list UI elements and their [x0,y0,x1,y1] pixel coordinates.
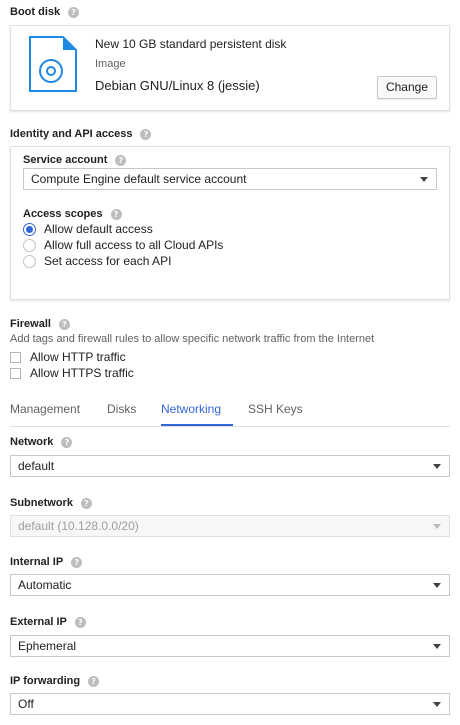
access-scopes-label: Access scopes ? [23,208,122,220]
network-label: Network ? [10,436,73,448]
image-value: Debian GNU/Linux 8 (jessie) [95,78,260,93]
scope-default-radio[interactable]: Allow default access [23,222,153,236]
network-select[interactable]: default [10,455,450,477]
scope-full-radio[interactable]: Allow full access to all Cloud APIs [23,238,223,252]
allow-https-checkbox[interactable]: Allow HTTPS traffic [10,366,134,380]
tab-disks[interactable]: Disks [107,402,136,416]
dropdown-caret-icon [433,464,441,469]
help-icon[interactable]: ? [115,154,127,166]
disk-icon [29,36,77,92]
boot-disk-card: New 10 GB standard persistent disk Image… [10,25,450,111]
firewall-title: Firewall ? [10,318,70,330]
help-icon[interactable]: ? [80,497,92,509]
scope-label: Set access for each API [44,254,172,268]
tab-networking[interactable]: Networking [161,402,221,416]
ip-forwarding-value: Off [18,697,34,711]
dropdown-caret-icon [420,177,428,182]
network-value: default [18,459,55,473]
checkbox-icon[interactable] [10,367,21,379]
change-button[interactable]: Change [376,76,437,99]
help-icon[interactable]: ? [68,6,80,18]
internal-ip-value: Automatic [18,578,72,592]
ip-forwarding-label-text: IP forwarding [10,675,81,687]
dropdown-caret-icon [433,583,441,588]
radio-unchecked-icon[interactable] [23,254,36,268]
radio-checked-icon[interactable] [23,222,36,236]
allow-http-label: Allow HTTP traffic [30,350,126,364]
ip-forwarding-select[interactable]: Off [10,693,450,715]
dropdown-caret-icon [433,524,441,529]
subnetwork-select: default (10.128.0.0/20) [10,515,450,537]
help-icon[interactable]: ? [74,616,86,628]
tab-ssh-keys[interactable]: SSH Keys [248,402,303,416]
subnetwork-label: Subnetwork ? [10,497,92,509]
identity-card: Service account ? Compute Engine default… [10,146,450,300]
help-icon[interactable]: ? [71,556,83,568]
firewall-description: Add tags and firewall rules to allow spe… [10,333,375,345]
help-icon[interactable]: ? [61,436,73,448]
external-ip-label: External IP ? [10,616,86,628]
scope-label: Allow full access to all Cloud APIs [44,238,224,252]
disk-name: New 10 GB standard persistent disk [95,37,287,51]
external-ip-label-text: External IP [10,616,67,628]
external-ip-select[interactable]: Ephemeral [10,635,450,657]
network-label-text: Network [10,436,54,448]
boot-disk-title-text: Boot disk [10,6,61,18]
scope-label: Allow default access [44,222,153,236]
subnetwork-value: default (10.128.0.0/20) [18,519,139,533]
help-icon[interactable]: ? [140,128,152,140]
service-account-label-text: Service account [23,154,108,166]
external-ip-value: Ephemeral [18,639,77,653]
scope-each-api-radio[interactable]: Set access for each API [23,254,171,268]
internal-ip-select[interactable]: Automatic [10,574,450,596]
dropdown-caret-icon [433,644,441,649]
checkbox-icon[interactable] [10,351,21,363]
ip-forwarding-label: IP forwarding ? [10,675,100,687]
radio-unchecked-icon[interactable] [23,238,36,252]
allow-https-label: Allow HTTPS traffic [30,366,134,380]
firewall-title-text: Firewall [10,318,51,330]
settings-tabs: Management Disks Networking SSH Keys [10,400,450,427]
service-account-label: Service account ? [23,154,127,166]
subnetwork-label-text: Subnetwork [10,497,73,509]
identity-title: Identity and API access ? [10,128,152,140]
dropdown-caret-icon [433,702,441,707]
help-icon[interactable]: ? [58,318,70,330]
tab-management[interactable]: Management [10,402,80,416]
active-tab-indicator [161,424,233,426]
internal-ip-label: Internal IP ? [10,556,83,568]
service-account-select[interactable]: Compute Engine default service account [23,168,437,190]
access-scopes-label-text: Access scopes [23,208,103,220]
internal-ip-label-text: Internal IP [10,556,64,568]
help-icon[interactable]: ? [110,208,122,220]
service-account-value: Compute Engine default service account [31,172,247,186]
image-label: Image [95,58,126,70]
allow-http-checkbox[interactable]: Allow HTTP traffic [10,350,126,364]
identity-title-text: Identity and API access [10,128,133,140]
boot-disk-title: Boot disk ? [10,6,80,18]
help-icon[interactable]: ? [88,675,100,687]
